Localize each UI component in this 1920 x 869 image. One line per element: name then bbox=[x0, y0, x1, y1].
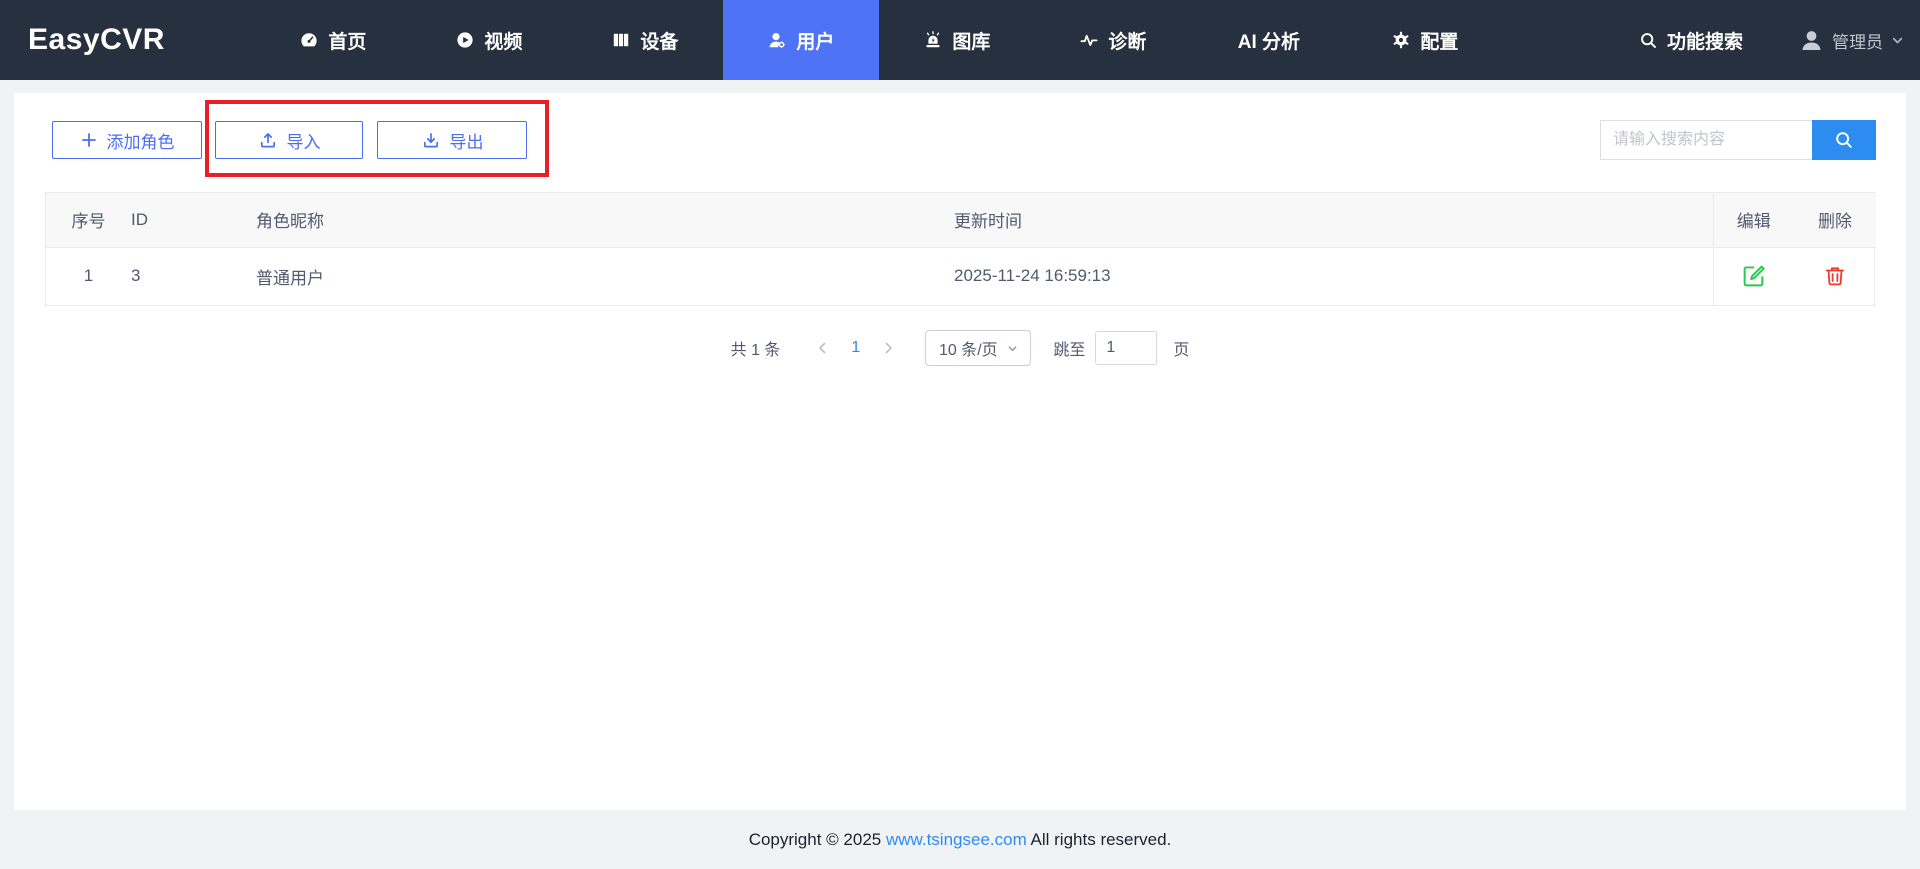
avatar-icon bbox=[1802, 30, 1821, 50]
cell-id: 3 bbox=[131, 246, 256, 305]
jump-to-label: 跳至 bbox=[1053, 342, 1086, 359]
pagination-total: 共 1 条 bbox=[730, 342, 781, 359]
search-input[interactable] bbox=[1600, 120, 1812, 160]
download-icon bbox=[423, 133, 438, 148]
nav-right: 功能搜索 管理员 bbox=[1639, 27, 1904, 54]
nav-item-device[interactable]: 设备 bbox=[567, 0, 723, 80]
col-header-id: ID bbox=[131, 193, 256, 247]
table-search bbox=[1600, 120, 1876, 160]
copyright-suffix: All rights reserved. bbox=[1026, 829, 1172, 849]
current-page-number[interactable]: 1 bbox=[851, 339, 860, 357]
brand-logo: EasyCVR bbox=[28, 23, 165, 56]
search-icon bbox=[1836, 132, 1852, 148]
chevron-right-icon bbox=[886, 342, 893, 354]
nav-label: 视频 bbox=[484, 31, 523, 53]
video-icon bbox=[457, 32, 473, 48]
nav-label: AI 分析 bbox=[1237, 31, 1301, 53]
jump-page-input[interactable] bbox=[1095, 331, 1158, 365]
next-page-button[interactable] bbox=[876, 341, 901, 355]
upload-icon bbox=[260, 133, 275, 148]
cell-index: 1 bbox=[46, 246, 131, 305]
pulse-icon bbox=[1080, 34, 1098, 46]
edit-icon bbox=[1743, 265, 1765, 287]
col-header-edit: 编辑 bbox=[1712, 193, 1794, 247]
user-icon bbox=[769, 33, 786, 48]
edit-button[interactable] bbox=[1741, 263, 1767, 289]
roles-table: 序号 ID 角色昵称 更新时间 编辑 删除 1 3 普通用户 2025-11-2… bbox=[45, 192, 1876, 306]
content-panel: 添加角色 导入 导出 请输入搜索内容 序号 ID 角色昵称 更新时间 编辑 删除… bbox=[14, 93, 1906, 810]
nav-item-diagnosis[interactable]: 诊断 bbox=[1035, 0, 1191, 80]
add-role-button[interactable]: 添加角色 bbox=[52, 121, 202, 159]
trash-icon bbox=[1825, 267, 1845, 286]
device-icon bbox=[614, 33, 629, 47]
add-role-label: 添加角色 bbox=[106, 132, 175, 152]
nav-item-user[interactable]: 用户 bbox=[722, 0, 879, 80]
chevron-left-icon bbox=[819, 342, 826, 354]
import-button[interactable]: 导入 bbox=[215, 121, 363, 159]
main-nav: 首页 视频 设备 用户 图库 诊断 AI 分析 配置 bbox=[255, 0, 1503, 80]
col-header-delete: 删除 bbox=[1794, 193, 1876, 247]
search-icon bbox=[1641, 32, 1656, 48]
col-header-index: 序号 bbox=[46, 193, 131, 247]
pagination-bar: 共 1 条 1 10 条/页 跳至 页 bbox=[14, 330, 1906, 366]
nav-item-video[interactable]: 视频 bbox=[411, 0, 567, 80]
chevron-down-icon bbox=[1008, 345, 1017, 351]
function-search-label: 功能搜索 bbox=[1666, 31, 1743, 53]
page-size-select[interactable]: 10 条/页 bbox=[925, 330, 1032, 366]
cell-role-name: 普通用户 bbox=[256, 246, 954, 305]
nav-item-home[interactable]: 首页 bbox=[255, 0, 411, 80]
page-footer: Copyright © 2025 www.tsingsee.com All ri… bbox=[0, 810, 1920, 869]
function-search-button[interactable]: 功能搜索 bbox=[1639, 27, 1743, 54]
export-button[interactable]: 导出 bbox=[377, 121, 527, 159]
nav-label: 用户 bbox=[796, 31, 835, 53]
nav-label: 图库 bbox=[952, 31, 991, 53]
nav-item-ai-analysis[interactable]: AI 分析 bbox=[1191, 0, 1347, 80]
table-header-row: 序号 ID 角色昵称 更新时间 编辑 删除 bbox=[46, 193, 1876, 247]
chevron-down-icon bbox=[1892, 37, 1903, 43]
nav-item-config[interactable]: 配置 bbox=[1347, 0, 1503, 80]
nav-label: 首页 bbox=[328, 31, 367, 53]
nav-item-gallery[interactable]: 图库 bbox=[879, 0, 1035, 80]
col-header-updated-at: 更新时间 bbox=[954, 193, 1713, 247]
import-label: 导入 bbox=[286, 132, 321, 152]
plus-icon bbox=[81, 133, 96, 147]
nav-label: 诊断 bbox=[1108, 31, 1147, 53]
col-header-role-name: 角色昵称 bbox=[256, 193, 954, 247]
admin-menu[interactable]: 管理员 bbox=[1799, 28, 1904, 53]
nav-label: 设备 bbox=[640, 31, 679, 53]
search-button[interactable] bbox=[1812, 120, 1876, 160]
table-row: 1 3 普通用户 2025-11-24 16:59:13 bbox=[46, 246, 1876, 305]
dashboard-icon bbox=[301, 33, 317, 47]
gear-icon bbox=[1393, 31, 1409, 49]
page-unit-label: 页 bbox=[1173, 342, 1190, 359]
export-label: 导出 bbox=[449, 132, 484, 152]
copyright-prefix: Copyright © 2025 bbox=[748, 829, 886, 849]
page-size-value: 10 条/页 bbox=[938, 342, 998, 359]
prev-page-button[interactable] bbox=[810, 341, 835, 355]
admin-label: 管理员 bbox=[1832, 32, 1883, 52]
nav-label: 配置 bbox=[1420, 31, 1459, 53]
cell-updated-at: 2025-11-24 16:59:13 bbox=[954, 246, 1713, 305]
tsingsee-link[interactable]: www.tsingsee.com bbox=[886, 830, 1027, 850]
delete-button[interactable] bbox=[1823, 264, 1847, 288]
top-navbar: EasyCVR 首页 视频 设备 用户 图库 诊断 AI 分析 配置 功能搜索 … bbox=[0, 0, 1920, 80]
alarm-icon bbox=[926, 31, 940, 48]
